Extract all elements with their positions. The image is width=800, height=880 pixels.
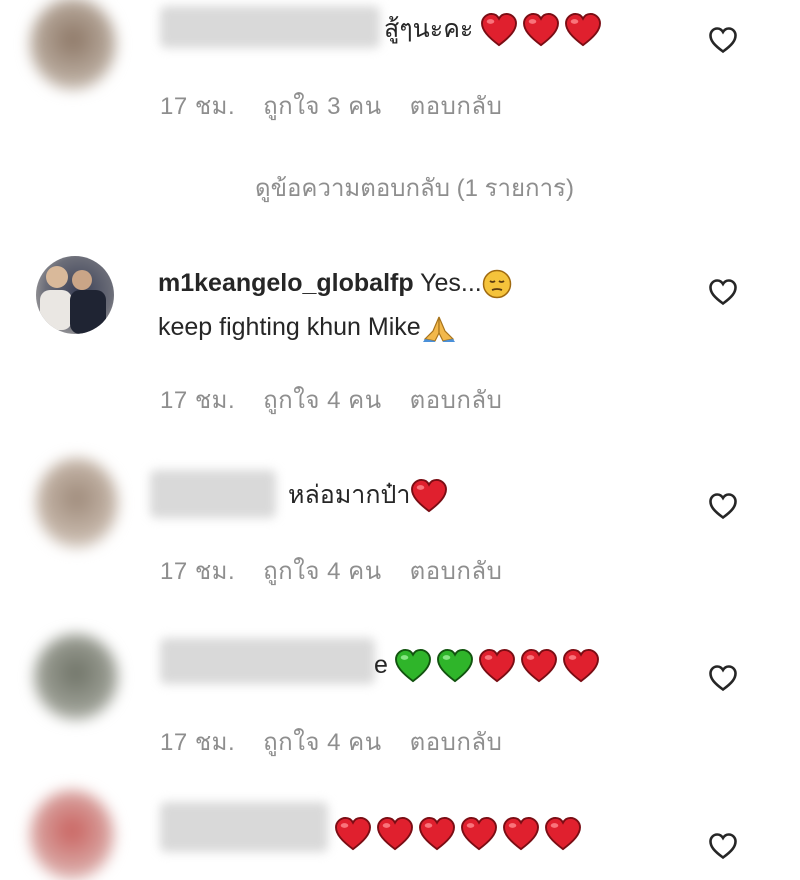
reply-button[interactable]: ตอบกลับ	[410, 93, 503, 120]
username[interactable]: m1keangelo_globalfp	[158, 269, 414, 297]
like-heart-icon[interactable]	[708, 278, 738, 306]
comment-text: หล่อมากป๋า	[288, 478, 452, 513]
timestamp: 17 ชม.	[160, 729, 236, 756]
comment-meta: 17 ชม. ถูกใจ 3 คน ตอบกลับ	[160, 86, 530, 125]
view-replies-button[interactable]: ดูข้อความตอบกลับ (1 รายการ)	[255, 168, 574, 207]
red-heart-icon	[544, 817, 582, 851]
comment-meta: 17 ชม. ถูกใจ 4 คน ตอบกลับ	[160, 551, 530, 590]
avatar[interactable]	[30, 0, 116, 90]
avatar[interactable]	[36, 256, 114, 334]
avatar[interactable]	[34, 634, 118, 720]
comment-text: m1keangelo_globalfp Yes...	[158, 266, 512, 301]
comment-text	[334, 816, 586, 851]
red-heart-icon	[520, 649, 558, 683]
timestamp: 17 ชม.	[160, 558, 236, 585]
username-blurred[interactable]	[160, 6, 380, 48]
reply-button[interactable]: ตอบกลับ	[410, 387, 503, 414]
pensive-face-icon	[482, 270, 511, 299]
red-heart-icon	[376, 817, 414, 851]
red-heart-icon	[418, 817, 456, 851]
red-heart-icon	[478, 649, 516, 683]
red-heart-icon	[334, 817, 372, 851]
folded-hands-icon	[422, 317, 455, 343]
likes-count[interactable]: ถูกใจ 4 คน	[263, 729, 382, 756]
green-heart-icon	[436, 649, 474, 683]
like-heart-icon[interactable]	[708, 492, 738, 520]
likes-count[interactable]: ถูกใจ 4 คน	[263, 387, 382, 414]
comment-meta: 17 ชม. ถูกใจ 4 คน ตอบกลับ	[160, 722, 530, 761]
green-heart-icon	[394, 649, 432, 683]
comment-text: e	[374, 648, 604, 683]
red-heart-icon	[562, 649, 600, 683]
username-blurred[interactable]	[160, 638, 375, 684]
red-heart-icon	[410, 479, 448, 513]
red-heart-icon	[522, 13, 560, 47]
avatar[interactable]	[36, 458, 118, 548]
red-heart-icon	[460, 817, 498, 851]
username-blurred[interactable]	[150, 470, 276, 518]
timestamp: 17 ชม.	[160, 93, 236, 120]
like-heart-icon[interactable]	[708, 664, 738, 692]
username-blurred[interactable]	[160, 802, 328, 852]
reply-button[interactable]: ตอบกลับ	[410, 729, 503, 756]
red-heart-icon	[564, 13, 602, 47]
timestamp: 17 ชม.	[160, 387, 236, 414]
likes-count[interactable]: ถูกใจ 4 คน	[263, 558, 382, 585]
comment-meta: 17 ชม. ถูกใจ 4 คน ตอบกลับ	[160, 380, 530, 419]
avatar[interactable]	[30, 790, 114, 880]
comment-text-line2: keep fighting khun Mike	[158, 310, 457, 345]
red-heart-icon	[502, 817, 540, 851]
like-heart-icon[interactable]	[708, 26, 738, 54]
likes-count[interactable]: ถูกใจ 3 คน	[263, 93, 382, 120]
red-heart-icon	[480, 13, 518, 47]
reply-button[interactable]: ตอบกลับ	[410, 558, 503, 585]
like-heart-icon[interactable]	[708, 832, 738, 860]
comment-text: สู้ๆนะคะ	[384, 12, 606, 47]
